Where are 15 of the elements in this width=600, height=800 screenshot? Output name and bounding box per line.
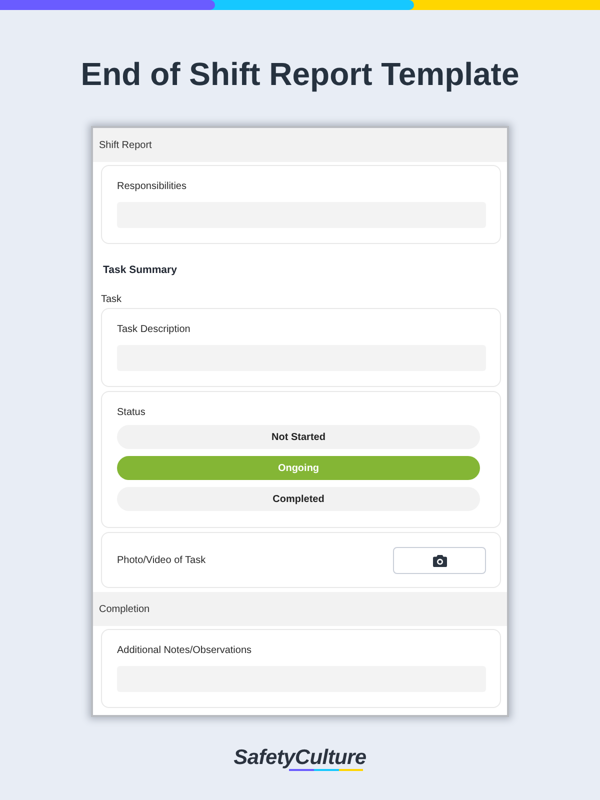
- section-header: Shift Report: [93, 128, 507, 162]
- group-label: Task: [101, 294, 122, 306]
- camera-icon: [432, 554, 446, 566]
- section-header: Completion: [93, 592, 507, 626]
- response-option-button[interactable]: Completed: [117, 487, 480, 511]
- question-label: Photo/Video of Task: [117, 554, 206, 566]
- question-label: Status: [117, 407, 146, 419]
- media-upload-button[interactable]: [393, 547, 486, 574]
- page-title: End of Shift Report Template: [80, 55, 520, 94]
- response-option-button[interactable]: Not Started: [117, 425, 480, 449]
- question-label: Additional Notes/Observations: [117, 645, 253, 657]
- question-label: Responsibilities: [117, 181, 188, 193]
- brand-wordmark: SafetyCulture: [234, 747, 366, 769]
- question-label: Task Description: [117, 324, 192, 336]
- section-title: Task Summary: [103, 264, 177, 276]
